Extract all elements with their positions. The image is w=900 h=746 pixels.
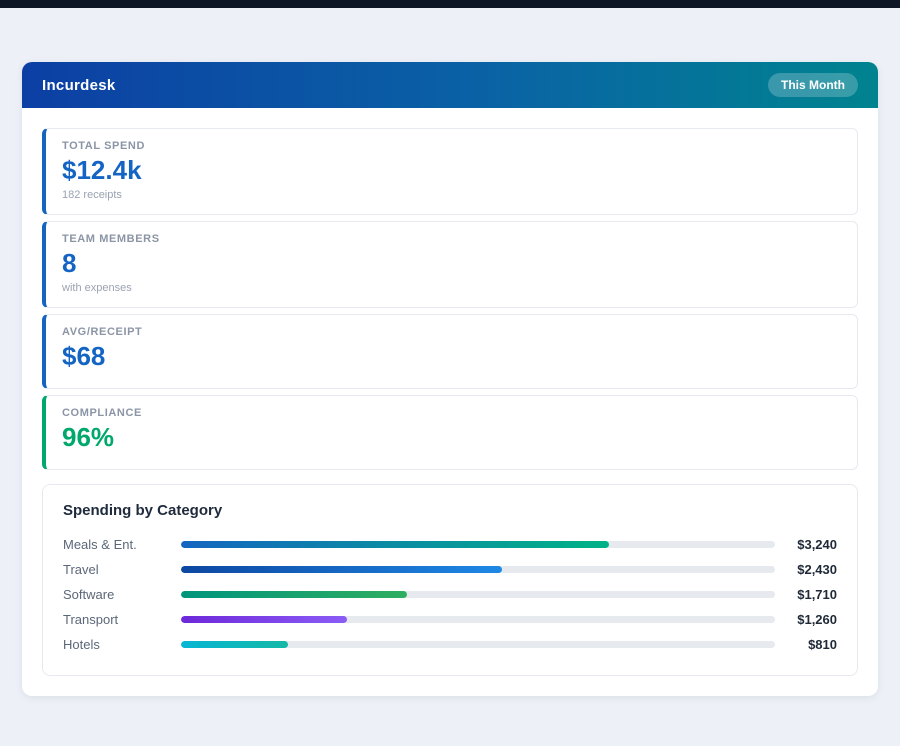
stat-label: TEAM MEMBERS: [62, 233, 841, 245]
spending-row-transport: Transport $1,260: [63, 607, 837, 632]
category-amount: $2,430: [775, 562, 837, 577]
stat-value: 8: [62, 249, 841, 279]
bar-fill: [181, 641, 288, 648]
spending-row-travel: Travel $2,430: [63, 557, 837, 582]
spending-row-hotels: Hotels $810: [63, 632, 837, 657]
stat-value: $68: [62, 342, 841, 372]
category-label: Meals & Ent.: [63, 537, 181, 552]
bar-fill: [181, 566, 502, 573]
bar-track: [181, 566, 775, 573]
category-amount: $1,710: [775, 587, 837, 602]
category-label: Transport: [63, 612, 181, 627]
spending-row-meals: Meals & Ent. $3,240: [63, 532, 837, 557]
bar-track: [181, 541, 775, 548]
spending-row-software: Software $1,710: [63, 582, 837, 607]
stat-value: 96%: [62, 423, 841, 453]
period-badge[interactable]: This Month: [768, 73, 858, 97]
stat-sub: 182 receipts: [62, 189, 841, 201]
bar-fill: [181, 541, 609, 548]
spending-card-title: Spending by Category: [63, 502, 837, 519]
stat-label: TOTAL SPEND: [62, 140, 841, 152]
stat-card-total-spend: TOTAL SPEND $12.4k 182 receipts: [42, 128, 858, 215]
stat-sub: with expenses: [62, 282, 841, 294]
bar-fill: [181, 616, 347, 623]
category-amount: $1,260: [775, 612, 837, 627]
bar-track: [181, 591, 775, 598]
category-label: Travel: [63, 562, 181, 577]
category-label: Hotels: [63, 637, 181, 652]
app-title: Incurdesk: [42, 77, 116, 94]
stat-label: COMPLIANCE: [62, 407, 841, 419]
app-body: TOTAL SPEND $12.4k 182 receipts TEAM MEM…: [22, 108, 878, 696]
category-label: Software: [63, 587, 181, 602]
bar-track: [181, 616, 775, 623]
spending-by-category-card: Spending by Category Meals & Ent. $3,240…: [42, 484, 858, 676]
stat-card-avg-receipt: AVG/RECEIPT $68: [42, 314, 858, 389]
expense-dashboard-card: Incurdesk This Month TOTAL SPEND $12.4k …: [22, 62, 878, 696]
app-header: Incurdesk This Month: [22, 62, 878, 108]
stat-card-compliance: COMPLIANCE 96%: [42, 395, 858, 470]
bar-track: [181, 641, 775, 648]
category-amount: $3,240: [775, 537, 837, 552]
bar-fill: [181, 591, 407, 598]
stat-value: $12.4k: [62, 156, 841, 186]
page-background: Incurdesk This Month TOTAL SPEND $12.4k …: [0, 8, 900, 696]
stat-card-team-members: TEAM MEMBERS 8 with expenses: [42, 221, 858, 308]
top-bar: [0, 0, 900, 8]
category-amount: $810: [775, 637, 837, 652]
stat-label: AVG/RECEIPT: [62, 326, 841, 338]
